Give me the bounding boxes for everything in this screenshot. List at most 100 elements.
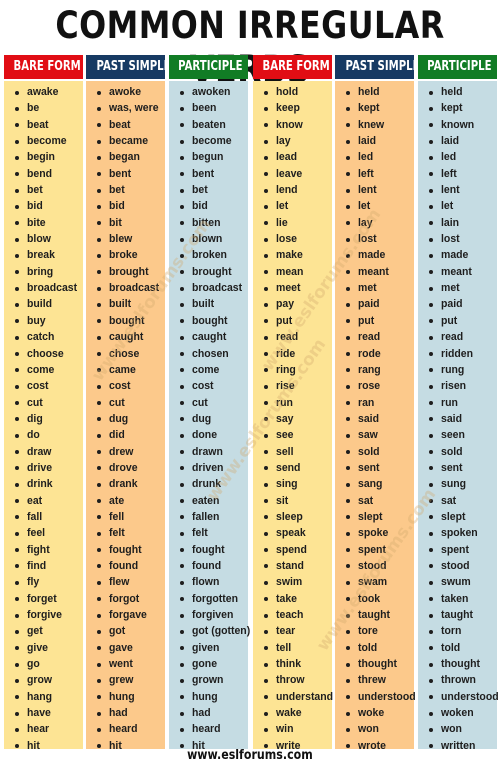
verb-list-item: cut	[169, 395, 248, 411]
verb-text: swim	[276, 576, 303, 589]
verb-text: put	[276, 314, 293, 327]
verb-list-item: throw	[253, 672, 332, 688]
bullet-icon	[429, 613, 433, 618]
bullet-icon	[15, 106, 19, 111]
bullet-icon	[97, 384, 101, 389]
verb-text: brought	[192, 265, 232, 278]
verb-text: led	[358, 151, 374, 164]
bullet-icon	[15, 221, 19, 226]
bullet-icon	[264, 172, 268, 177]
verb-list-item: forgave	[86, 607, 165, 623]
verb-text: spend	[276, 543, 307, 556]
verb-list-item: forgive	[4, 607, 83, 623]
verb-list-item: bend	[4, 166, 83, 182]
verb-list-item: spent	[418, 542, 497, 558]
verb-list-item: grow	[4, 672, 83, 688]
verb-text: lost	[441, 233, 460, 246]
verb-list-item: built	[169, 296, 248, 312]
verb-list-item: speak	[253, 525, 332, 541]
bullet-icon	[15, 253, 19, 258]
verb-list-item: stood	[418, 558, 497, 574]
column-participle-1: PARTICIPLE awoken been beaten become begun be…	[169, 55, 250, 752]
verb-text: lain	[441, 216, 460, 229]
verb-text: meant	[441, 265, 472, 278]
verb-text: forgotten	[192, 592, 238, 605]
verb-list-item: drove	[86, 460, 165, 476]
verb-list-item: come	[169, 362, 248, 378]
verb-list-item: bid	[169, 198, 248, 214]
verb-text: speak	[276, 527, 306, 540]
bullet-icon	[180, 466, 184, 471]
verb-text: swum	[441, 576, 471, 589]
verb-list-item: let	[335, 198, 414, 214]
verb-list-item: ran	[335, 395, 414, 411]
bullet-icon	[429, 253, 433, 258]
verb-text: rode	[358, 347, 381, 360]
verb-text: chosen	[192, 347, 229, 360]
verb-list-item: chose	[86, 346, 165, 362]
verb-list-item: swum	[418, 574, 497, 590]
verb-text: rise	[276, 380, 295, 393]
bullet-icon	[264, 433, 268, 438]
verb-list-item: slept	[418, 509, 497, 525]
column-header-label: PAST SIMPLE	[96, 59, 165, 74]
verb-list-item: give	[4, 640, 83, 656]
bullet-icon	[15, 417, 19, 422]
verb-text: spent	[441, 543, 469, 556]
verb-text: sat	[441, 494, 457, 507]
verb-text: cost	[109, 380, 131, 393]
column-header: PARTICIPLE	[418, 55, 497, 79]
verb-text: drove	[109, 461, 138, 474]
verb-list-item: found	[169, 558, 248, 574]
verb-list-item: held	[418, 84, 497, 100]
verb-text: teach	[276, 609, 304, 621]
verb-list-item: eat	[4, 493, 83, 509]
verb-list-item: known	[418, 117, 497, 133]
bullet-icon	[429, 417, 433, 422]
verb-text: sent	[441, 461, 463, 474]
verb-list-item: fought	[169, 542, 248, 558]
verb-text: leave	[276, 167, 303, 180]
bullet-icon	[180, 450, 184, 455]
verb-list-item: led	[335, 149, 414, 165]
verb-list-item: get	[4, 623, 83, 639]
verb-list-item: tear	[253, 623, 332, 639]
bullet-icon	[429, 597, 433, 602]
verb-text: begun	[192, 151, 224, 164]
bullet-icon	[180, 139, 184, 144]
verb-text: fall	[27, 510, 43, 523]
bullet-icon	[180, 302, 184, 307]
bullet-icon	[264, 678, 268, 683]
bullet-icon	[15, 499, 19, 504]
bullet-icon	[264, 482, 268, 487]
verb-list-item: come	[4, 362, 83, 378]
verb-text: gone	[192, 658, 218, 671]
bullet-icon	[429, 204, 433, 209]
bullet-icon	[180, 286, 184, 291]
verb-list-item: broken	[169, 247, 248, 263]
verb-text: bend	[27, 167, 53, 180]
verb-list-item: rise	[253, 378, 332, 394]
bullet-icon	[346, 286, 350, 291]
verb-text: become	[192, 135, 232, 148]
verb-list-item: sing	[253, 476, 332, 492]
verb-list-item: rode	[335, 346, 414, 362]
verb-text: fight	[27, 543, 50, 556]
verb-text: do	[27, 429, 40, 442]
verb-list-item: fallen	[169, 509, 248, 525]
verb-text: awake	[27, 86, 59, 98]
verb-list-item: beaten	[169, 117, 248, 133]
bullet-icon	[429, 499, 433, 504]
verb-text: tell	[276, 641, 292, 654]
verb-list-item: said	[418, 411, 497, 427]
verb-list-item: laid	[418, 133, 497, 149]
bullet-icon	[429, 221, 433, 226]
verb-list: awoken been beaten become begun bent bet bid bit…	[169, 81, 250, 752]
bullet-icon	[346, 352, 350, 356]
bullet-icon	[264, 106, 268, 111]
verb-text: broke	[109, 249, 138, 262]
verb-text: lent	[358, 184, 377, 197]
verb-list-item: think	[253, 656, 332, 672]
verb-text: go	[27, 658, 40, 671]
bullet-icon	[429, 155, 433, 160]
